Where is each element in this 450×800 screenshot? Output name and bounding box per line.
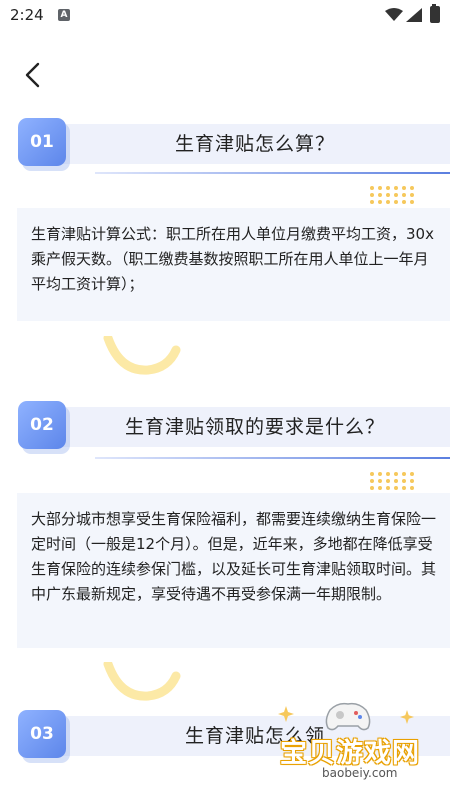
content-text: 生育津贴计算公式：职工所在用人单位月缴费平均工资，30x乘产假天数。（职工缴费基… bbox=[31, 225, 434, 293]
dot bbox=[370, 472, 374, 476]
watermark-logo: 宝贝游戏网 baobeiy.com bbox=[270, 700, 445, 798]
dot bbox=[394, 486, 398, 490]
watermark-url: baobeiy.com bbox=[322, 766, 398, 780]
dot bbox=[402, 193, 406, 197]
content-card: 大部分城市想享受生育保险福利，都需要连续缴纳生育保险一定时间（一般是12个月）。… bbox=[17, 493, 450, 648]
dot bbox=[378, 486, 382, 490]
content-text: 大部分城市想享受生育保险福利，都需要连续缴纳生育保险一定时间（一般是12个月）。… bbox=[31, 510, 437, 603]
dot bbox=[410, 193, 414, 197]
dot bbox=[402, 186, 406, 190]
section-number-badge: 03 bbox=[18, 710, 66, 758]
section-title: 生育津贴领取的要求是什么？ bbox=[124, 416, 385, 438]
dots-decoration bbox=[370, 472, 418, 492]
gamepad-icon bbox=[325, 702, 371, 731]
wifi-icon bbox=[385, 8, 403, 21]
status-time: 2:24 bbox=[10, 6, 44, 24]
sparkle-icon bbox=[278, 706, 294, 722]
dot bbox=[410, 200, 414, 204]
dot bbox=[370, 193, 374, 197]
dot bbox=[394, 479, 398, 483]
dot bbox=[410, 486, 414, 490]
section-header-01: 01 生育津贴怎么算？ bbox=[0, 118, 450, 178]
dot bbox=[386, 486, 390, 490]
dot bbox=[370, 479, 374, 483]
status-bar: 2:24 A bbox=[0, 0, 450, 30]
dot bbox=[378, 200, 382, 204]
dot bbox=[402, 200, 406, 204]
dot bbox=[402, 486, 406, 490]
dot bbox=[370, 186, 374, 190]
dot bbox=[378, 193, 382, 197]
dot bbox=[378, 186, 382, 190]
dot bbox=[370, 486, 374, 490]
dot bbox=[386, 200, 390, 204]
content-card: 生育津贴计算公式：职工所在用人单位月缴费平均工资，30x乘产假天数。（职工缴费基… bbox=[17, 208, 450, 321]
dot bbox=[402, 472, 406, 476]
dot bbox=[378, 472, 382, 476]
section-header-02: 02 生育津贴领取的要求是什么？ bbox=[0, 401, 450, 461]
back-button[interactable] bbox=[18, 58, 48, 92]
dot bbox=[386, 193, 390, 197]
dot bbox=[378, 479, 382, 483]
dot bbox=[386, 479, 390, 483]
swirl-decoration bbox=[103, 662, 181, 701]
dot bbox=[370, 200, 374, 204]
watermark-brand: 宝贝游戏网 bbox=[280, 738, 420, 769]
section-title: 生育津贴怎么算？ bbox=[174, 133, 335, 155]
section-number-badge: 02 bbox=[18, 401, 66, 449]
dot bbox=[386, 472, 390, 476]
dot bbox=[394, 193, 398, 197]
dot bbox=[410, 186, 414, 190]
section-number-badge: 01 bbox=[18, 118, 66, 166]
signal-icon bbox=[406, 8, 422, 22]
dots-decoration bbox=[370, 186, 418, 206]
battery-icon bbox=[430, 4, 440, 23]
dot bbox=[410, 479, 414, 483]
dot bbox=[394, 186, 398, 190]
divider bbox=[95, 457, 450, 459]
swirl-decoration bbox=[103, 336, 181, 375]
dot bbox=[410, 472, 414, 476]
dot bbox=[402, 479, 406, 483]
divider bbox=[95, 172, 450, 174]
dot bbox=[386, 186, 390, 190]
dot bbox=[394, 472, 398, 476]
notification-icon: A bbox=[58, 9, 70, 21]
chevron-left-icon bbox=[25, 62, 40, 88]
dot bbox=[394, 200, 398, 204]
sparkle-icon bbox=[400, 710, 414, 724]
